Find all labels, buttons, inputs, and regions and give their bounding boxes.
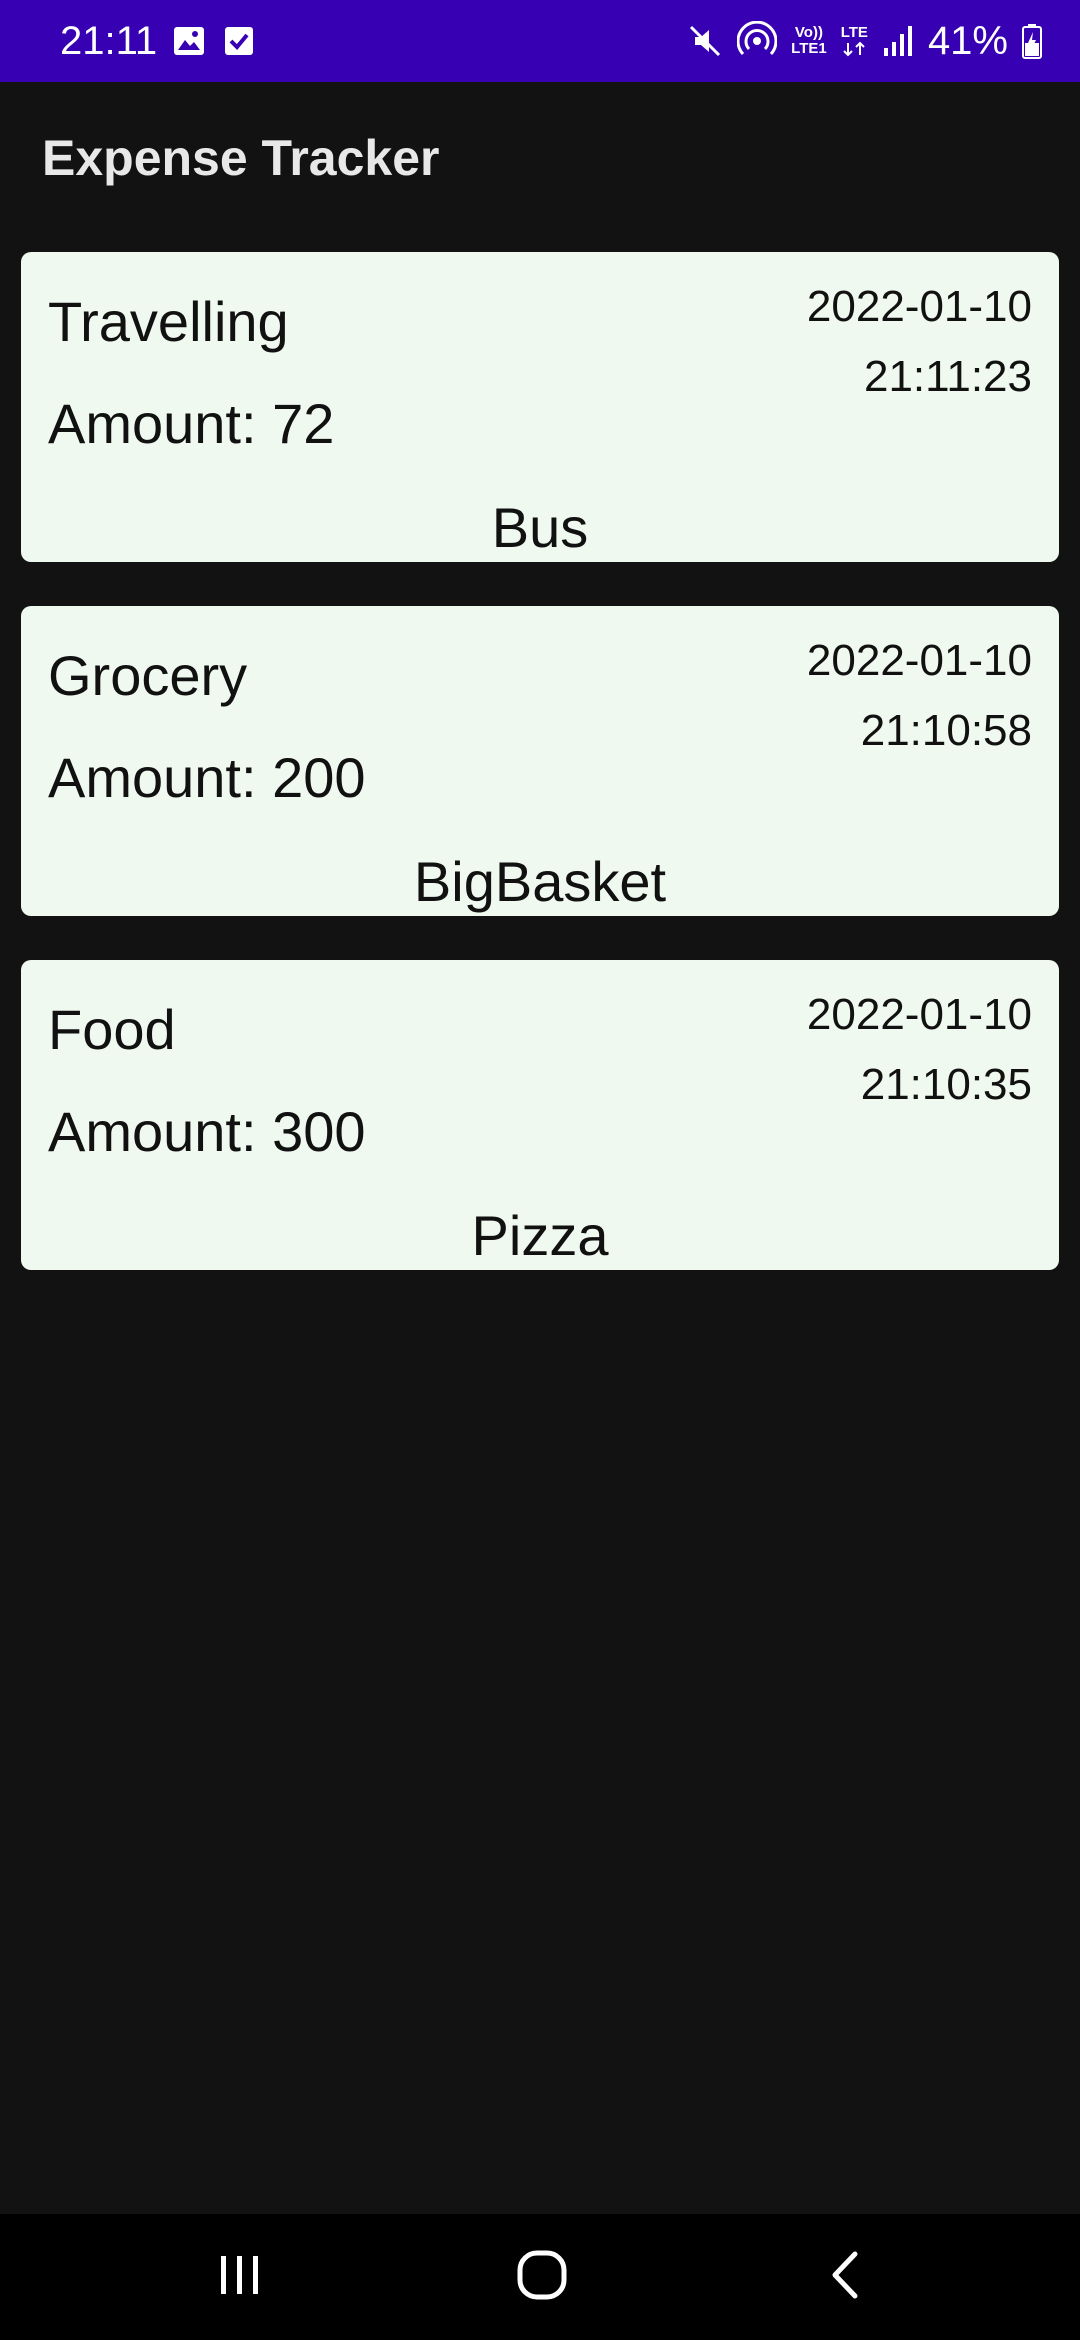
image-icon <box>172 24 206 63</box>
navigation-bar <box>0 2214 1080 2340</box>
mute-icon <box>687 23 723 59</box>
expense-description: Pizza <box>471 1204 609 1267</box>
expense-description: BigBasket <box>413 850 667 913</box>
expense-date: 2022-01-10 <box>806 282 1032 331</box>
expense-amount: Amount: 300 <box>48 1100 366 1163</box>
status-left-icons <box>172 24 254 63</box>
expense-card[interactable]: Grocery Amount: 200 2022-01-10 21:10:58 … <box>21 606 1059 916</box>
expense-category: Food <box>48 998 176 1061</box>
app-title: Expense Tracker <box>42 130 440 186</box>
status-right-icons: Vo)) LTE1 LTE 41% <box>687 18 1042 64</box>
recent-apps-icon <box>215 2250 265 2305</box>
recent-apps-button[interactable] <box>160 2214 320 2340</box>
battery-percent: 41% <box>927 19 1008 63</box>
expense-list: Travelling Amount: 72 2022-01-10 21:11:2… <box>21 252 1059 1314</box>
expense-card[interactable]: Travelling Amount: 72 2022-01-10 21:11:2… <box>21 252 1059 562</box>
expense-amount: Amount: 72 <box>48 392 335 455</box>
expense-time: 21:11:23 <box>863 352 1032 401</box>
expense-description: Bus <box>491 496 589 559</box>
expense-time: 21:10:35 <box>860 1060 1032 1109</box>
expense-category: Grocery <box>48 644 248 707</box>
expense-category: Travelling <box>48 290 289 353</box>
expense-amount: Amount: 200 <box>48 746 366 809</box>
home-button[interactable] <box>462 2214 622 2340</box>
back-icon <box>825 2248 865 2307</box>
volte-icon: Vo)) LTE1 <box>791 24 827 57</box>
home-icon <box>515 2248 569 2307</box>
status-bar: 21:11 Vo)) LTE1 LTE 41% <box>0 0 1080 82</box>
hotspot-icon <box>737 21 778 61</box>
lte-icon: LTE <box>841 25 868 57</box>
checkbox-icon <box>224 24 254 63</box>
expense-card[interactable]: Food Amount: 300 2022-01-10 21:10:35 Piz… <box>21 960 1059 1270</box>
back-button[interactable] <box>765 2214 925 2340</box>
status-time: 21:11 <box>60 19 158 63</box>
expense-date: 2022-01-10 <box>806 636 1032 685</box>
battery-icon <box>1022 23 1042 59</box>
signal-icon <box>882 24 914 58</box>
expense-time: 21:10:58 <box>860 706 1032 755</box>
expense-date: 2022-01-10 <box>806 990 1032 1039</box>
